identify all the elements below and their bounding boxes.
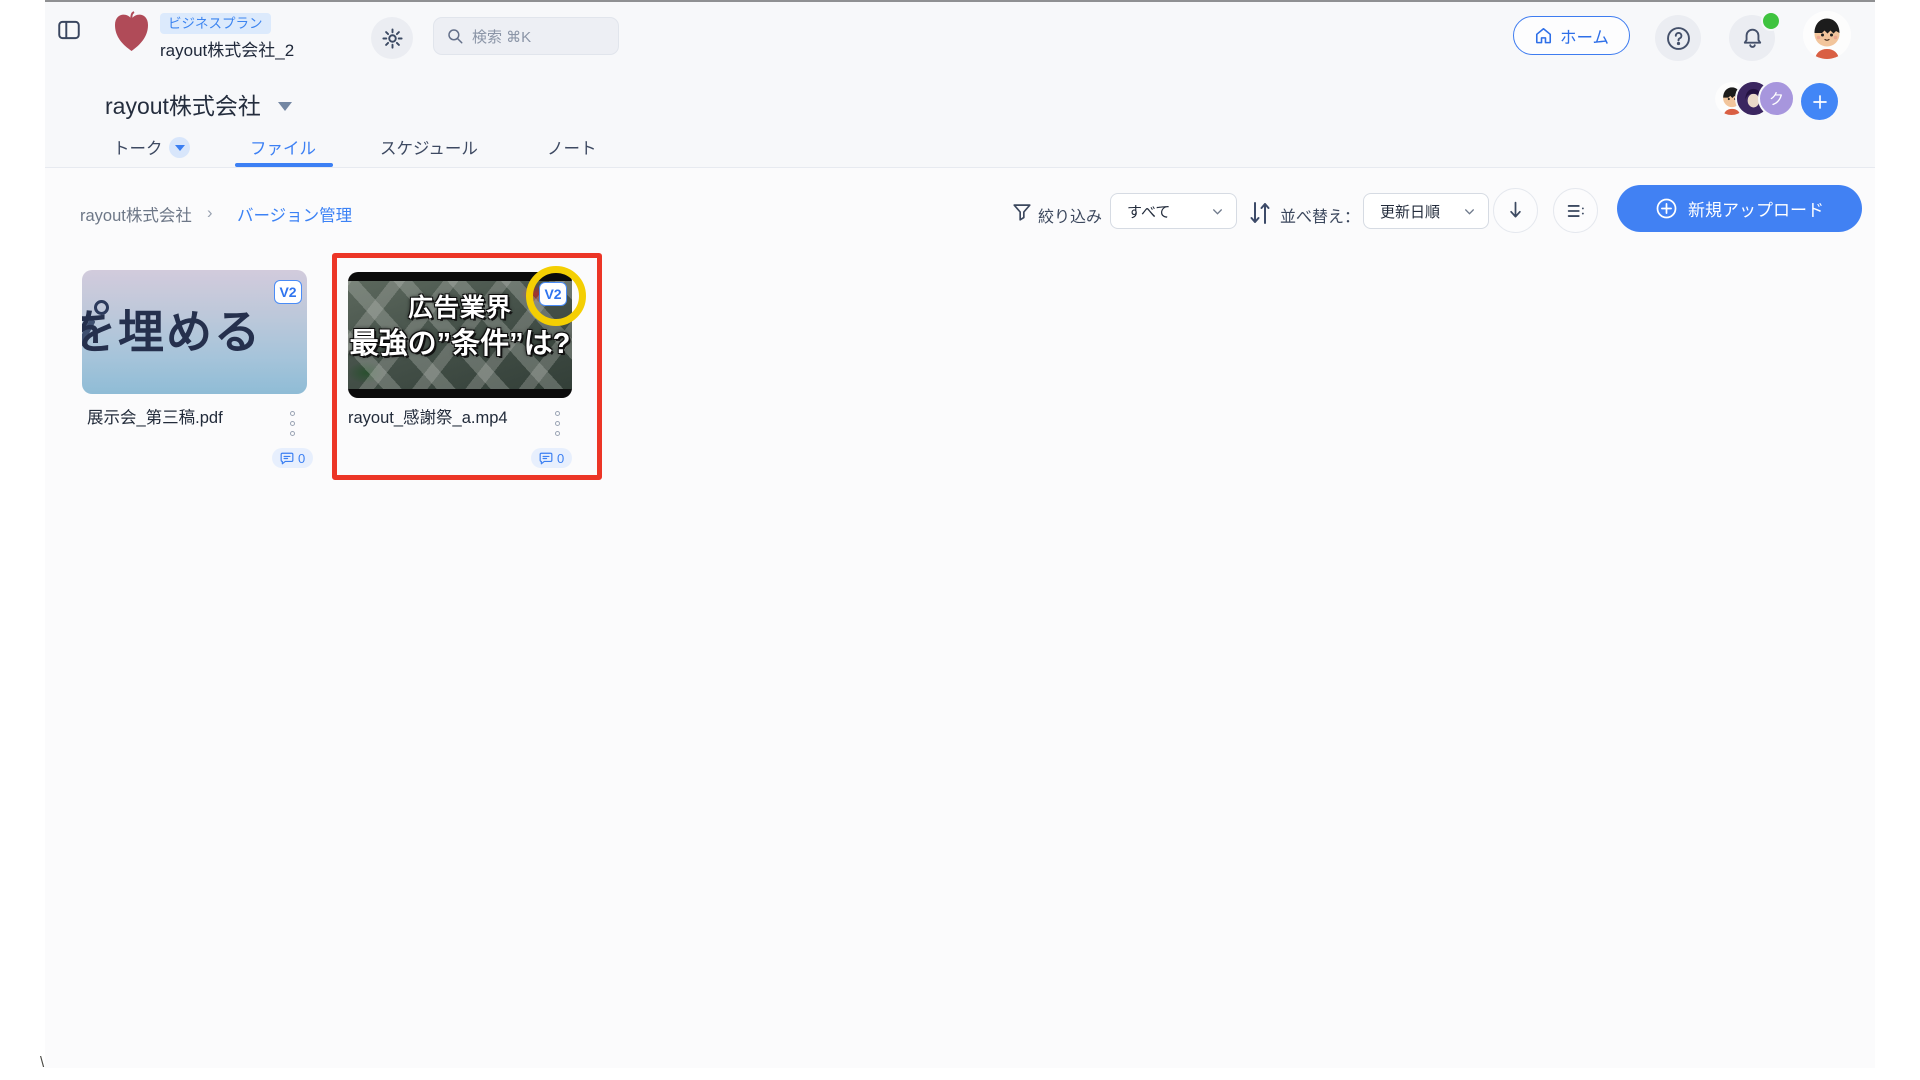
tab-schedule[interactable]: スケジュール	[380, 135, 478, 159]
tab-talk-caret[interactable]	[169, 137, 190, 158]
help-icon	[1665, 25, 1692, 52]
file-name-pdf[interactable]: 展示会_第三稿.pdf	[87, 404, 223, 428]
sidebar-toggle-icon	[56, 17, 82, 43]
kebab-dot	[290, 431, 295, 436]
view-list-button[interactable]	[1553, 188, 1598, 233]
page: ビジネスプラン rayout株式会社_2 検索 ⌘K ホーム rayout株式会…	[0, 0, 1920, 1080]
filter-select[interactable]: すべて	[1110, 193, 1237, 229]
comment-count: 0	[557, 450, 565, 466]
circle-plus-icon	[1655, 197, 1678, 220]
comment-bubble-icon	[280, 452, 294, 465]
active-tab-underline	[235, 163, 333, 167]
help-button[interactable]	[1655, 15, 1701, 61]
search-placeholder-text: 検索 ⌘K	[472, 28, 532, 46]
comment-count-pill[interactable]: 0	[272, 448, 314, 468]
file-name-video[interactable]: rayout_感謝祭_a.mp4	[348, 404, 508, 428]
home-icon	[1534, 26, 1553, 45]
stray-glyph: \	[40, 1054, 45, 1071]
chevron-down-icon	[1211, 205, 1224, 218]
comment-count: 0	[298, 450, 306, 466]
sort-select-value: 更新日順	[1380, 203, 1441, 221]
member-avatar-3[interactable]: ク	[1758, 80, 1795, 117]
list-view-icon	[1565, 200, 1587, 222]
filter-funnel-icon	[1011, 200, 1033, 224]
version-badge: V2	[274, 280, 302, 304]
file-menu-kebab[interactable]	[288, 409, 297, 438]
project-title: rayout株式会社	[105, 93, 261, 119]
notification-status-dot	[1761, 11, 1781, 31]
workspace-logo[interactable]	[113, 11, 150, 56]
comment-count-pill[interactable]: 0	[531, 448, 573, 468]
file-menu-kebab[interactable]	[553, 409, 562, 438]
sort-label: 並べ替え：	[1280, 209, 1361, 226]
project-title-caret-icon[interactable]	[278, 102, 292, 111]
breadcrumb-root[interactable]: rayout株式会社	[80, 202, 192, 226]
add-member-button[interactable]	[1801, 83, 1838, 120]
home-button[interactable]: ホーム	[1513, 16, 1630, 55]
comment-bubble-icon	[539, 452, 553, 465]
tab-notes[interactable]: ノート	[547, 135, 597, 159]
search-icon	[446, 27, 464, 45]
new-upload-label: 新規アップロード	[1688, 201, 1824, 220]
member-avatar-letter: ク	[1768, 91, 1784, 108]
header: ビジネスプラン rayout株式会社_2 検索 ⌘K ホーム rayout株式会…	[45, 2, 1875, 168]
file-thumbnail-video[interactable]: 広告業界 最強の”条件”は? V2	[348, 272, 572, 398]
plus-icon	[1811, 93, 1829, 111]
file-thumbnail-pdf[interactable]: を埋める V2	[82, 270, 307, 394]
app-window: ビジネスプラン rayout株式会社_2 検索 ⌘K ホーム rayout株式会…	[45, 0, 1875, 1068]
search-input[interactable]: 検索 ⌘K	[433, 17, 619, 55]
user-avatar[interactable]	[1803, 11, 1851, 59]
home-label: ホーム	[1559, 28, 1609, 47]
filter-select-value: すべて	[1127, 203, 1171, 221]
video-title-line2: 最強の”条件”は?	[349, 328, 571, 360]
kebab-dot	[555, 411, 560, 416]
org-name: rayout株式会社_2	[160, 41, 295, 60]
notifications-button[interactable]	[1729, 11, 1781, 61]
new-upload-button[interactable]: 新規アップロード	[1617, 185, 1862, 232]
caret-down-icon	[174, 144, 185, 151]
sort-select[interactable]: 更新日順	[1363, 193, 1489, 229]
kebab-dot	[290, 421, 295, 426]
settings-button[interactable]	[371, 17, 413, 59]
filter-label: 絞り込み	[1038, 209, 1103, 226]
sidebar-toggle-button[interactable]	[53, 14, 85, 46]
kebab-dot	[290, 411, 295, 416]
gear-icon	[381, 27, 404, 50]
tab-talk[interactable]: トーク	[113, 135, 163, 159]
download-arrow-icon	[1505, 200, 1526, 221]
sort-direction-icon	[1248, 200, 1272, 226]
bell-icon	[1740, 26, 1765, 51]
plan-badge: ビジネスプラン	[160, 13, 271, 34]
kebab-dot	[555, 421, 560, 426]
download-button[interactable]	[1493, 188, 1538, 233]
chevron-down-icon	[1463, 205, 1476, 218]
breadcrumb-current: バージョン管理	[237, 207, 353, 225]
kebab-dot	[555, 431, 560, 436]
breadcrumb-separator-icon: ›	[207, 204, 213, 222]
tab-files[interactable]: ファイル	[250, 135, 316, 159]
version-badge: V2	[539, 282, 567, 306]
thumb-pdf-text: を埋める	[82, 305, 262, 359]
